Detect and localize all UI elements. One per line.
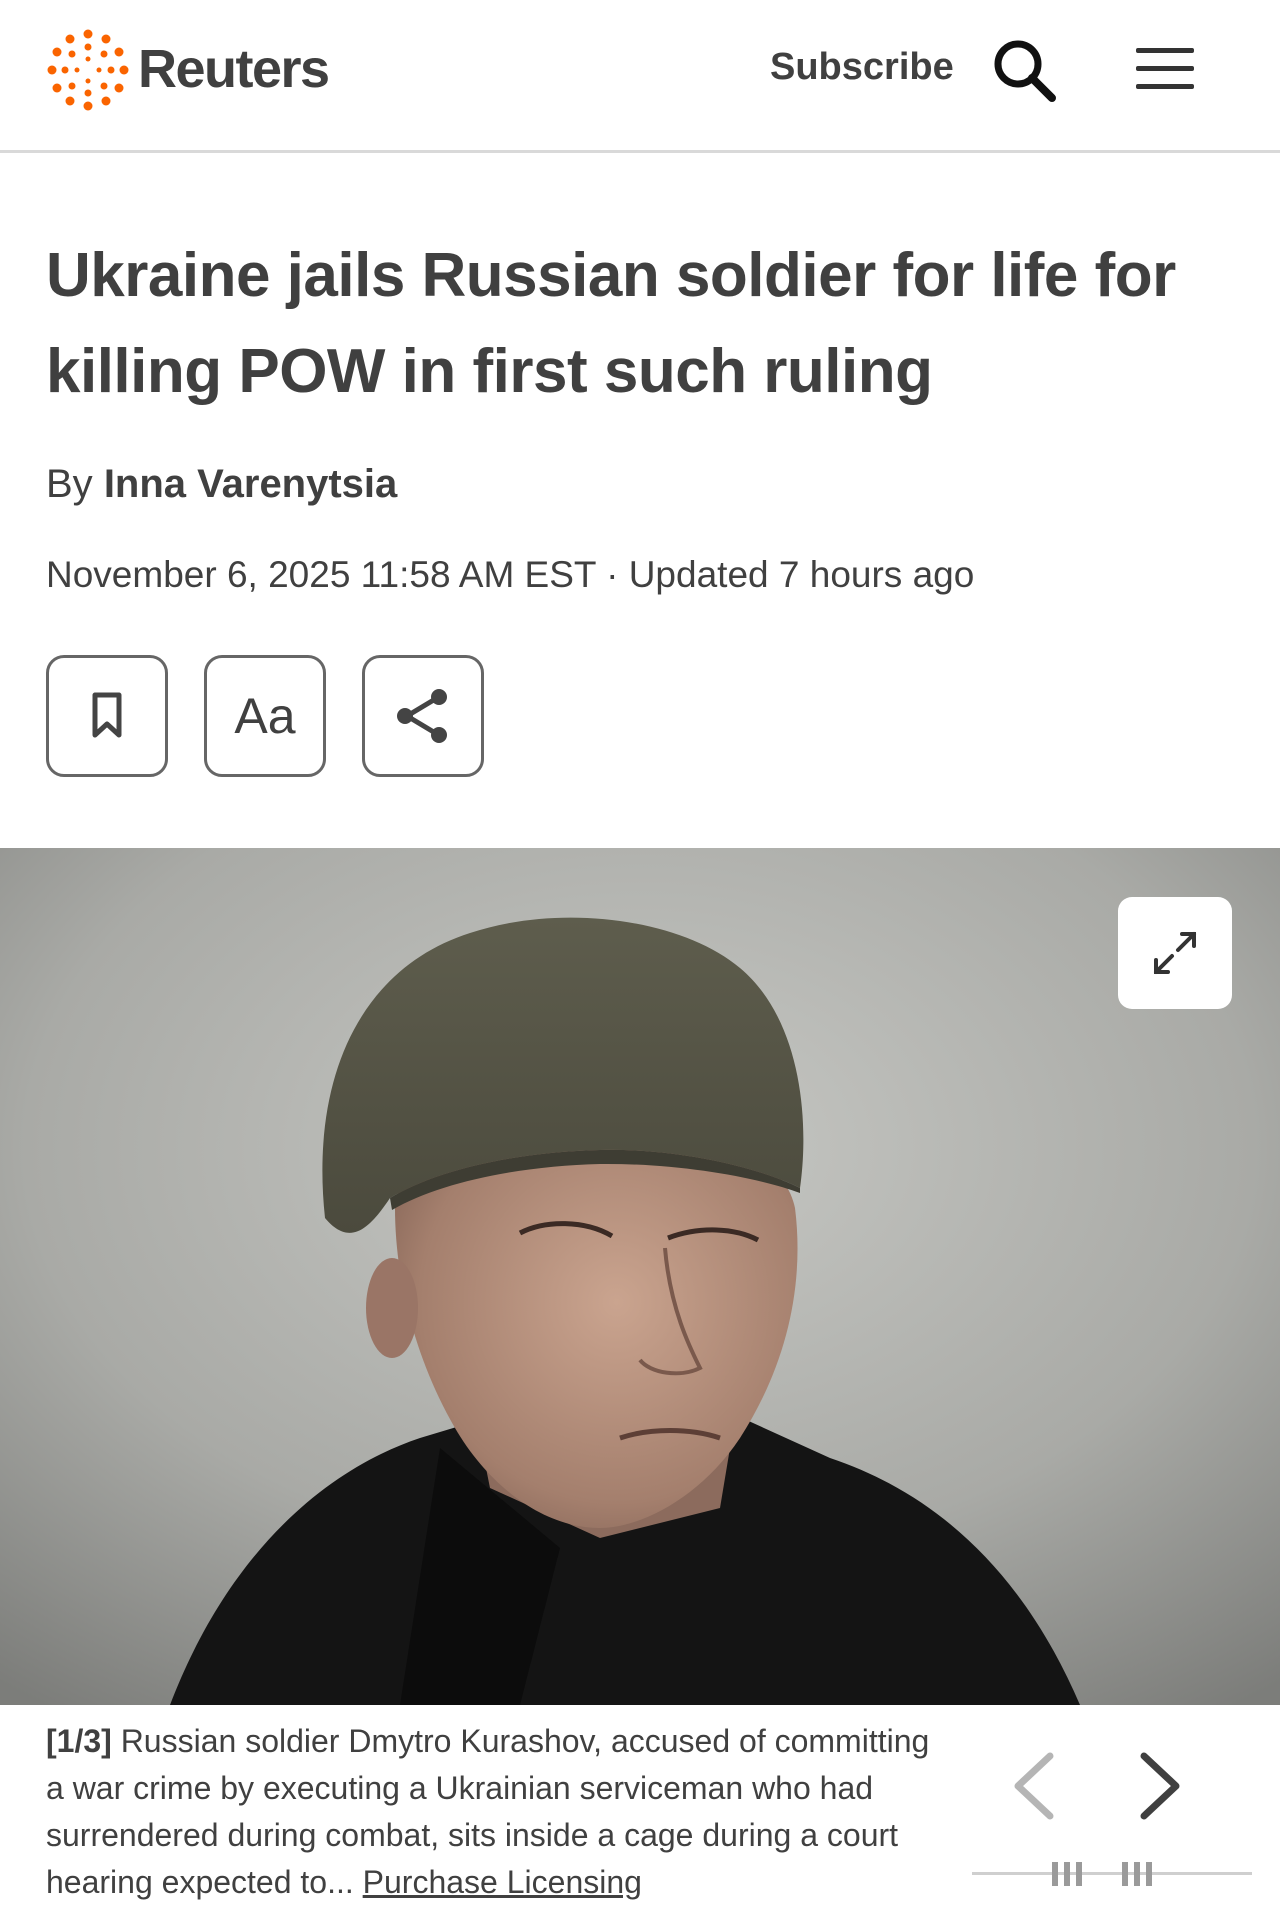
byline-prefix: By <box>46 462 93 506</box>
expand-photo-button[interactable] <box>1118 897 1232 1009</box>
search-icon[interactable] <box>990 36 1060 106</box>
gallery-counter: [1/3] <box>46 1723 112 1759</box>
byline: By Inna Varenytsia <box>46 462 397 507</box>
photo-caption: [1/3] Russian soldier Dmytro Kurashov, a… <box>46 1718 946 1906</box>
chevron-left-icon[interactable] <box>1004 1748 1064 1824</box>
bookmark-button[interactable] <box>46 655 168 777</box>
text-size-label: Aa <box>234 688 296 744</box>
author-link[interactable]: Inna Varenytsia <box>104 462 397 506</box>
expand-icon <box>1154 932 1196 974</box>
share-icon <box>397 689 447 743</box>
subscribe-link[interactable]: Subscribe <box>770 46 954 89</box>
site-header: Reuters Subscribe <box>0 0 1280 153</box>
article-photo[interactable] <box>0 848 1280 1705</box>
bookmark-icon <box>92 692 122 738</box>
chevron-right-icon[interactable] <box>1130 1748 1190 1824</box>
reuters-wordmark[interactable]: Reuters <box>138 38 330 100</box>
gallery-progress-bars <box>972 1862 1252 1886</box>
purchase-licensing-link[interactable]: Purchase Licensing <box>363 1864 642 1900</box>
text-size-button[interactable]: Aa <box>204 655 326 777</box>
dateline: November 6, 2025 11:58 AM EST · Updated … <box>46 554 975 595</box>
share-button[interactable] <box>362 655 484 777</box>
article-headline: Ukraine jails Russian soldier for life f… <box>46 241 1176 406</box>
menu-icon[interactable] <box>1136 46 1196 92</box>
reuters-logo-icon[interactable] <box>46 28 130 112</box>
soldier-photo-image <box>0 848 1280 1705</box>
